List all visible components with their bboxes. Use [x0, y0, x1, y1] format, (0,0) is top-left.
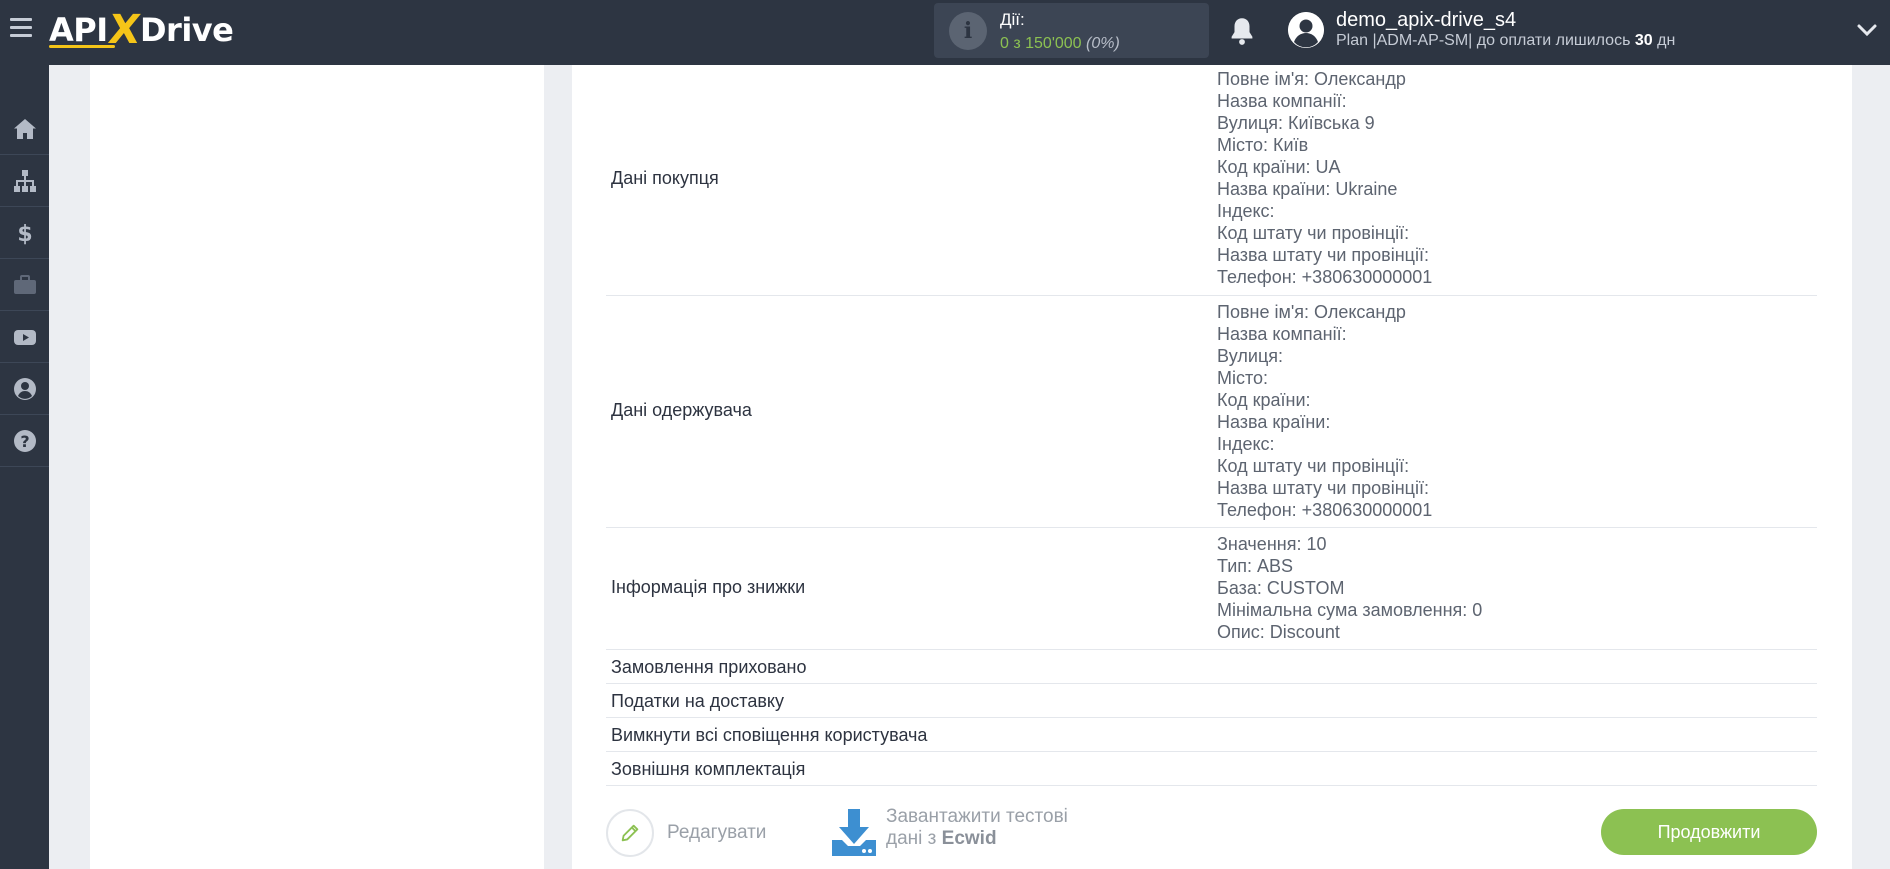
field-value: Місто:	[1217, 368, 1269, 388]
logo-underline	[49, 45, 115, 48]
actions-percent: (0%)	[1086, 35, 1120, 52]
logo-api-text: API	[49, 11, 108, 49]
chevron-down-icon[interactable]	[1856, 20, 1878, 40]
actions-value: 0 з 150'000 (0%)	[1000, 35, 1120, 53]
field-value: Назва штату чи провінції:	[1217, 478, 1429, 498]
field-value: Код штату чи провінції:	[1217, 223, 1410, 243]
table-row: Інформація про знижки Значення: 10 Тип: …	[606, 528, 1817, 650]
top-bar: API X Drive i Дії: 0 з 150'000 (0%) demo_a…	[0, 0, 1890, 65]
download-label: Завантажити тестові дані з Ecwid	[886, 806, 1068, 850]
download-line2: дані з Ecwid	[886, 828, 1068, 850]
logo-drive-text: Drive	[139, 11, 234, 49]
download-source: Ecwid	[941, 828, 997, 849]
table-row: Зовнішня комплектація	[606, 752, 1817, 786]
field-value: Назва країни:	[1217, 412, 1331, 432]
field-values: Повне ім'я: Олександр Назва компанії: Ву…	[1217, 68, 1432, 288]
field-name: Замовлення приховано	[611, 657, 807, 677]
home-icon[interactable]	[0, 103, 49, 155]
download-line2-prefix: дані з	[886, 828, 942, 849]
table-row: Податки на доставку	[606, 684, 1817, 718]
sitemap-icon[interactable]	[0, 155, 49, 207]
field-value: Назва країни: Ukraine	[1217, 179, 1398, 199]
username[interactable]: demo_apix-drive_s4	[1336, 9, 1516, 32]
field-value: Повне ім'я: Олександр	[1217, 69, 1406, 89]
user-icon[interactable]	[0, 363, 49, 415]
youtube-icon[interactable]	[0, 311, 49, 363]
table-row: Замовлення приховано	[606, 650, 1817, 684]
svg-text:?: ?	[20, 432, 29, 451]
table-row: Дані покупця Повне ім'я: Олександр Назва…	[606, 65, 1817, 296]
actions-label: Дії:	[1000, 10, 1025, 29]
info-icon: i	[949, 12, 987, 50]
plan-prefix: Plan |ADM-AP-SM| до оплати лишилось	[1336, 32, 1635, 49]
edit-button[interactable]: Редагувати	[606, 809, 766, 857]
field-value: Назва штату чи провінції:	[1217, 245, 1429, 265]
download-icon	[832, 809, 876, 856]
avatar[interactable]	[1288, 12, 1324, 48]
table-row: Вимкнути всі сповіщення користувача	[606, 718, 1817, 752]
field-value: База: CUSTOM	[1217, 578, 1345, 598]
field-values: Повне ім'я: Олександр Назва компанії: Ву…	[1217, 301, 1432, 521]
edit-label: Редагувати	[667, 822, 767, 843]
help-icon[interactable]: ?	[0, 415, 49, 467]
field-value: Значення: 10	[1217, 534, 1327, 554]
pencil-icon	[606, 809, 654, 857]
briefcase-icon[interactable]	[0, 259, 49, 311]
plan-info: Plan |ADM-AP-SM| до оплати лишилось 30 д…	[1336, 32, 1675, 50]
field-value: Назва компанії:	[1217, 91, 1347, 111]
field-name: Зовнішня комплектація	[611, 759, 806, 779]
field-value: Назва компанії:	[1217, 324, 1347, 344]
field-name: Дані одержувача	[611, 400, 752, 420]
field-value: Індекс:	[1217, 201, 1275, 221]
field-values: Значення: 10 Тип: ABS База: CUSTOM Мінім…	[1217, 533, 1482, 643]
field-value: Мінімальна сума замовлення: 0	[1217, 600, 1483, 620]
field-value: Код штату чи провінції:	[1217, 456, 1410, 476]
field-name: Дані покупця	[611, 168, 719, 188]
svg-text:$: $	[17, 222, 32, 246]
actions-counter: i Дії: 0 з 150'000 (0%)	[934, 3, 1209, 58]
download-test-data-button[interactable]: Завантажити тестові дані з Ecwid	[830, 806, 1068, 858]
field-value: Місто: Київ	[1217, 135, 1309, 155]
field-value: Код країни:	[1217, 390, 1311, 410]
field-value: Опис: Discount	[1217, 622, 1340, 642]
bell-icon[interactable]	[1228, 16, 1256, 46]
field-value: Телефон: +380630000001	[1217, 500, 1433, 520]
field-value: Телефон: +380630000001	[1217, 267, 1433, 287]
plan-days: 30	[1634, 32, 1653, 49]
field-name: Інформація про знижки	[611, 577, 806, 597]
field-value: Тип: ABS	[1217, 556, 1294, 576]
sidebar: $ ?	[0, 65, 49, 869]
field-value: Код країни: UA	[1217, 157, 1341, 177]
download-line1: Завантажити тестові	[886, 806, 1068, 827]
field-name: Вимкнути всі сповіщення користувача	[611, 725, 928, 745]
actions-count: 0 з 150'000	[1000, 35, 1082, 52]
left-panel	[90, 65, 544, 869]
field-value: Вулиця:	[1217, 346, 1284, 366]
field-value: Вулиця: Київська 9	[1217, 113, 1375, 133]
dollar-icon[interactable]: $	[0, 207, 49, 259]
field-name: Податки на доставку	[611, 691, 785, 711]
field-value: Індекс:	[1217, 434, 1275, 454]
plan-suffix: дн	[1652, 32, 1676, 49]
continue-button[interactable]: Продовжити	[1601, 809, 1817, 855]
menu-icon[interactable]	[10, 18, 32, 40]
table-row: Дані одержувача Повне ім'я: Олександр На…	[606, 296, 1817, 528]
field-value: Повне ім'я: Олександр	[1217, 302, 1406, 322]
